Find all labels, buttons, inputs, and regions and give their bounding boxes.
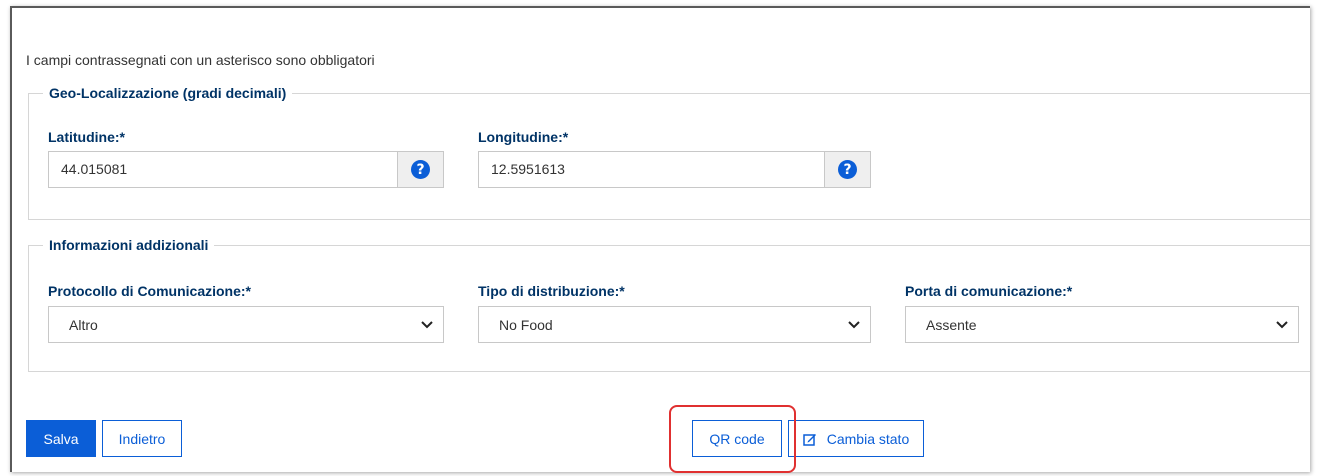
chevron-down-icon — [848, 320, 860, 328]
distribution-label: Tipo di distribuzione:* — [478, 283, 625, 299]
latitude-input[interactable]: 44.015081 — [48, 151, 397, 188]
longitude-help-button[interactable]: ? — [824, 151, 871, 188]
longitude-input[interactable]: 12.5951613 — [478, 151, 824, 188]
protocol-label: Protocollo di Comunicazione:* — [48, 283, 252, 299]
latitude-label: Latitudine:* — [48, 129, 125, 145]
protocol-select[interactable]: Altro — [48, 306, 444, 343]
back-button[interactable]: Indietro — [102, 420, 182, 457]
save-button[interactable]: Salva — [26, 420, 96, 457]
port-select[interactable]: Assente — [905, 306, 1299, 343]
protocol-selected-value: Altro — [69, 316, 98, 333]
required-fields-note: I campi contrassegnati con un asterisco … — [26, 52, 375, 68]
question-circle-icon: ? — [411, 160, 430, 179]
port-selected-value: Assente — [926, 316, 977, 333]
longitude-input-group: 12.5951613 ? — [478, 151, 871, 188]
latitude-help-button[interactable]: ? — [397, 151, 444, 188]
change-state-label: Cambia stato — [826, 430, 910, 447]
chevron-down-icon — [421, 320, 433, 328]
edit-icon — [803, 433, 816, 446]
chevron-down-icon — [1276, 320, 1288, 328]
question-circle-icon: ? — [838, 160, 857, 179]
qr-code-highlight — [669, 405, 796, 473]
additional-info-fieldset: Informazioni addizionali — [28, 237, 1310, 372]
port-label: Porta di comunicazione:* — [905, 283, 1073, 299]
distribution-selected-value: No Food — [499, 316, 553, 333]
latitude-input-group: 44.015081 ? — [48, 151, 444, 188]
additional-info-legend: Informazioni addizionali — [49, 237, 209, 253]
distribution-select[interactable]: No Food — [478, 306, 871, 343]
geo-localization-legend: Geo-Localizzazione (gradi decimali) — [49, 85, 287, 101]
form-panel: I campi contrassegnati con un asterisco … — [10, 6, 1310, 472]
longitude-label: Longitudine:* — [478, 129, 569, 145]
change-state-button[interactable]: Cambia stato — [788, 420, 924, 457]
